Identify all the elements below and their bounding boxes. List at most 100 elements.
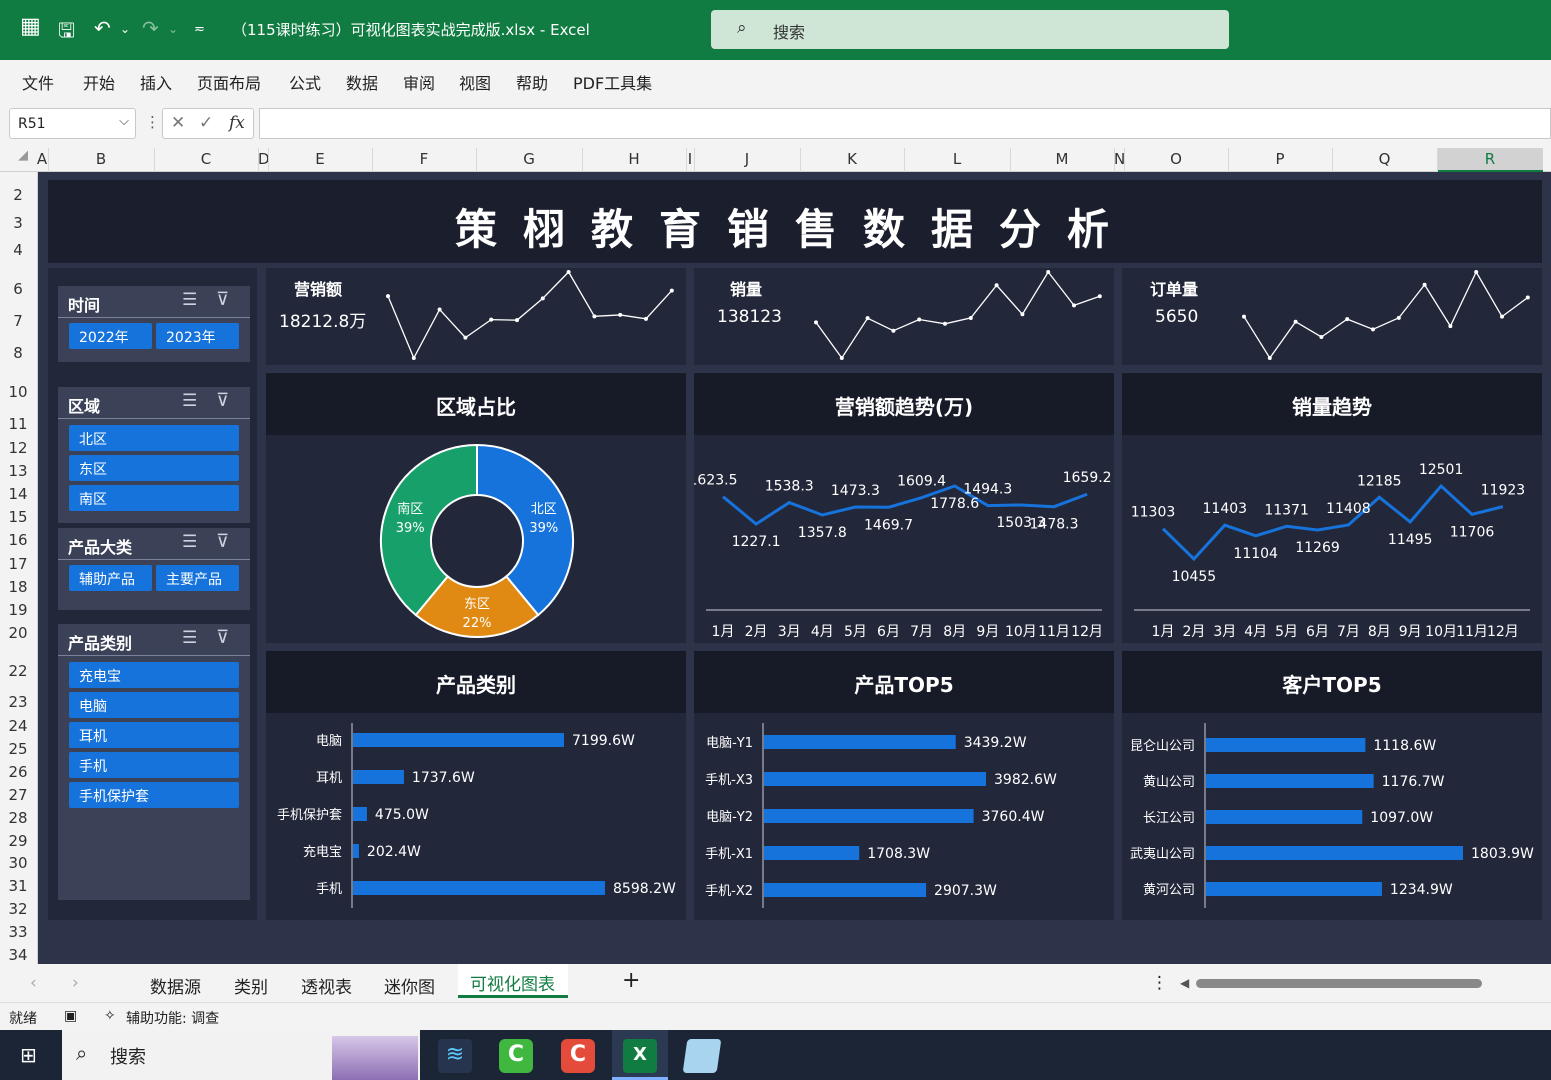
insert-function-icon[interactable]: fx (229, 113, 245, 133)
row-header[interactable]: 18 (0, 578, 36, 596)
slicer-item-main[interactable]: 主要产品 (156, 565, 239, 591)
menu-review[interactable]: 审阅 (403, 70, 435, 94)
redo-icon[interactable]: ↷ (142, 16, 159, 40)
col-A[interactable]: A (36, 150, 48, 168)
scroll-left-icon[interactable]: ◀ (1180, 976, 1189, 990)
next-sheet-icon[interactable]: › (72, 973, 79, 993)
slicer-item-powerbank[interactable]: 充电宝 (69, 662, 239, 688)
col-D[interactable]: D (258, 150, 270, 168)
row-header[interactable]: 22 (0, 662, 36, 680)
row-header[interactable]: 33 (0, 923, 36, 941)
notepad-icon[interactable] (682, 1039, 722, 1073)
multi-select-icon[interactable]: ☰ (182, 532, 197, 552)
customize-qat-icon[interactable]: ≂ (194, 22, 205, 37)
sheet-tab-pivot[interactable]: 透视表 (301, 973, 352, 998)
taskbar-search-box[interactable]: ⌕ 搜索 (62, 1030, 420, 1080)
row-header[interactable]: 11 (0, 415, 36, 433)
col-C[interactable]: C (154, 150, 258, 168)
col-O[interactable]: O (1124, 150, 1228, 168)
slicer-item-phone-case[interactable]: 手机保护套 (69, 782, 239, 808)
menu-page-layout[interactable]: 页面布局 (197, 70, 261, 94)
multi-select-icon[interactable]: ☰ (182, 628, 197, 648)
col-K[interactable]: K (800, 150, 904, 168)
slicer-item-2022[interactable]: 2022年 (69, 323, 152, 349)
slicer-item-earphone[interactable]: 耳机 (69, 722, 239, 748)
col-I[interactable]: I (686, 150, 694, 168)
prev-sheet-icon[interactable]: ‹ (30, 973, 37, 993)
slicer-item-computer[interactable]: 电脑 (69, 692, 239, 718)
slicer-item-phone[interactable]: 手机 (69, 752, 239, 778)
row-header[interactable]: 29 (0, 832, 36, 850)
menu-file[interactable]: 文件 (22, 70, 54, 94)
col-L[interactable]: L (904, 150, 1010, 168)
redo-dropdown-icon[interactable]: ⌄ (168, 22, 178, 36)
sheet-tab-source[interactable]: 数据源 (150, 973, 201, 998)
more-options-icon[interactable]: ⋮ (1151, 973, 1168, 993)
menu-home[interactable]: 开始 (83, 70, 115, 94)
col-E[interactable]: E (268, 150, 372, 168)
cancel-icon[interactable]: ✕ (171, 113, 185, 133)
row-header[interactable]: 4 (0, 241, 36, 259)
row-header[interactable]: 25 (0, 740, 36, 758)
row-header[interactable]: 12 (0, 439, 36, 457)
macro-record-icon[interactable]: ▣ (64, 1008, 77, 1024)
row-header[interactable]: 32 (0, 900, 36, 918)
add-sheet-icon[interactable]: + (622, 968, 640, 993)
col-B[interactable]: B (48, 150, 154, 168)
row-header[interactable]: 19 (0, 601, 36, 619)
row-header[interactable]: 14 (0, 485, 36, 503)
multi-select-icon[interactable]: ☰ (182, 391, 197, 411)
row-header[interactable]: 23 (0, 693, 36, 711)
row-header[interactable]: 16 (0, 531, 36, 549)
excel-taskbar-icon[interactable]: X (623, 1039, 657, 1073)
menu-help[interactable]: 帮助 (516, 70, 548, 94)
enter-icon[interactable]: ✓ (199, 113, 213, 133)
accessibility-status[interactable]: 辅助功能: 调查 (126, 1008, 219, 1028)
col-G[interactable]: G (476, 150, 582, 168)
row-header[interactable]: 3 (0, 214, 36, 232)
more-icon[interactable]: ⋮ (145, 113, 160, 131)
row-header[interactable]: 6 (0, 280, 36, 298)
col-P[interactable]: P (1228, 150, 1332, 168)
multi-select-icon[interactable]: ☰ (182, 290, 197, 310)
row-header[interactable]: 13 (0, 462, 36, 480)
row-header[interactable]: 28 (0, 809, 36, 827)
sheet-tab-category[interactable]: 类别 (234, 973, 268, 998)
row-header[interactable]: 10 (0, 383, 36, 401)
formula-input[interactable] (259, 108, 1551, 139)
clear-filter-icon[interactable]: ⊽ (216, 627, 229, 648)
horizontal-scrollbar[interactable] (1196, 979, 1482, 988)
sheet-tab-sparkline[interactable]: 迷你图 (384, 973, 435, 998)
row-header[interactable]: 20 (0, 624, 36, 642)
row-header[interactable]: 2 (0, 186, 36, 204)
row-header[interactable]: 7 (0, 312, 36, 330)
accessibility-icon[interactable]: ✧ (104, 1008, 116, 1024)
col-J[interactable]: J (694, 150, 800, 168)
windows-start-icon[interactable]: ⊞ (20, 1043, 37, 1067)
row-header[interactable]: 8 (0, 344, 36, 362)
col-N[interactable]: N (1114, 150, 1125, 168)
col-M[interactable]: M (1010, 150, 1114, 168)
clear-filter-icon[interactable]: ⊽ (216, 390, 229, 411)
menu-insert[interactable]: 插入 (140, 70, 172, 94)
menu-view[interactable]: 视图 (459, 70, 491, 94)
undo-dropdown-icon[interactable]: ⌄ (120, 22, 130, 36)
row-header[interactable]: 27 (0, 786, 36, 804)
menu-data[interactable]: 数据 (346, 70, 378, 94)
row-header[interactable]: 34 (0, 946, 36, 964)
row-header[interactable]: 30 (0, 854, 36, 872)
save-icon[interactable]: 🖫 (58, 16, 75, 50)
slicer-item-east[interactable]: 东区 (69, 455, 239, 481)
slicer-item-north[interactable]: 北区 (69, 425, 239, 451)
slicer-item-accessory[interactable]: 辅助产品 (69, 565, 152, 591)
chevron-down-icon[interactable]: ⌵ (119, 114, 129, 129)
app-icon-1[interactable]: ≋ (438, 1039, 472, 1073)
row-header[interactable]: 31 (0, 877, 36, 895)
row-header[interactable]: 24 (0, 717, 36, 735)
menu-formulas[interactable]: 公式 (289, 70, 321, 94)
col-Q[interactable]: Q (1332, 150, 1437, 168)
camtasia-icon[interactable]: C (499, 1039, 533, 1073)
col-H[interactable]: H (582, 150, 686, 168)
name-box[interactable]: R51 ⌵ (9, 108, 136, 139)
sheet-tab-visual[interactable]: 可视化图表 (470, 970, 555, 995)
